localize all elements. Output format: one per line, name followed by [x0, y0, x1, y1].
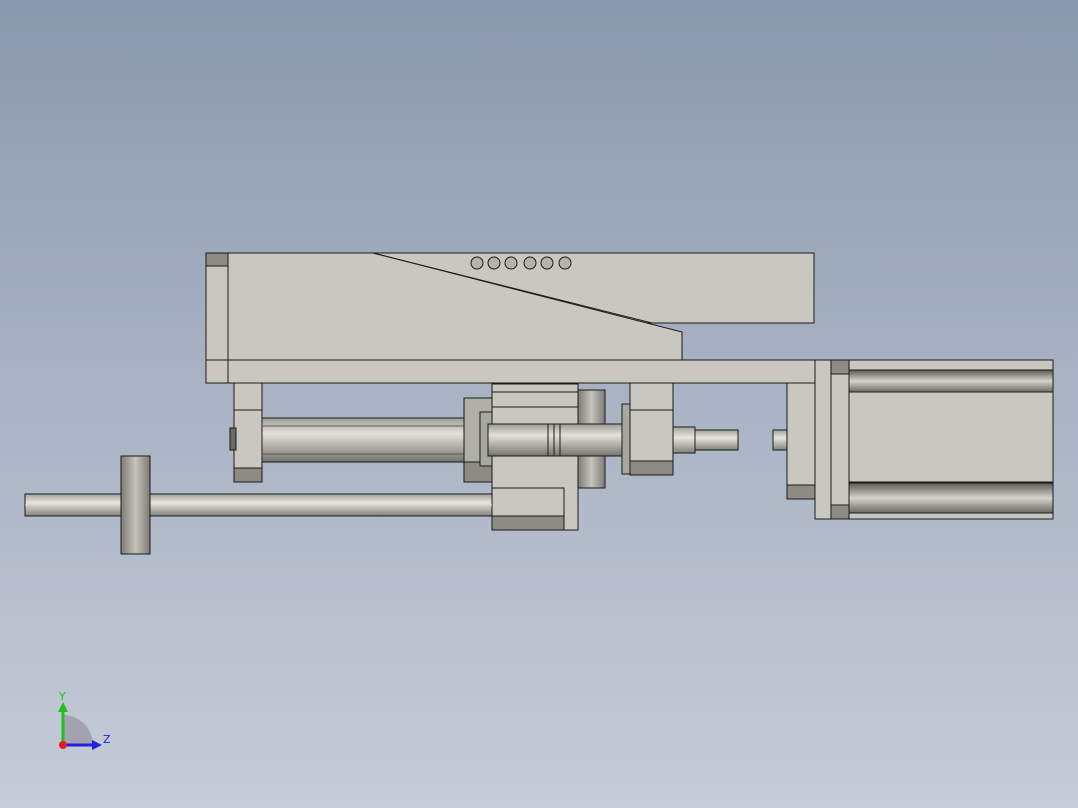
y-axis-label: Y — [58, 690, 66, 703]
shaft-end-stub[interactable] — [672, 426, 739, 454]
triad-quadrant — [63, 715, 93, 745]
z-axis-arrowhead — [92, 740, 102, 750]
motor-bottom-rib — [848, 482, 1054, 514]
right-bearing-support[interactable] — [621, 382, 674, 476]
y-axis-arrowhead — [58, 702, 68, 712]
ball-screw-shaft[interactable] — [261, 417, 489, 463]
x-axis-dot — [59, 741, 67, 749]
guide-rod[interactable] — [24, 493, 493, 517]
servo-motor[interactable] — [830, 359, 1054, 520]
motor-shaft[interactable] — [772, 429, 788, 451]
guide-rod-flange[interactable] — [120, 455, 151, 555]
left-bearing-support[interactable] — [229, 382, 263, 483]
screw-shaft-right[interactable] — [559, 423, 625, 457]
base-plate[interactable] — [205, 359, 817, 384]
orientation-triad: Y Z — [58, 690, 111, 750]
z-axis-label: Z — [103, 733, 111, 746]
motor-mount-plate[interactable] — [786, 359, 832, 520]
motor-top-rib — [848, 369, 1054, 393]
cad-model-view[interactable]: Y Z — [0, 0, 1078, 808]
graphics-viewport[interactable]: Y Z — [0, 0, 1078, 808]
